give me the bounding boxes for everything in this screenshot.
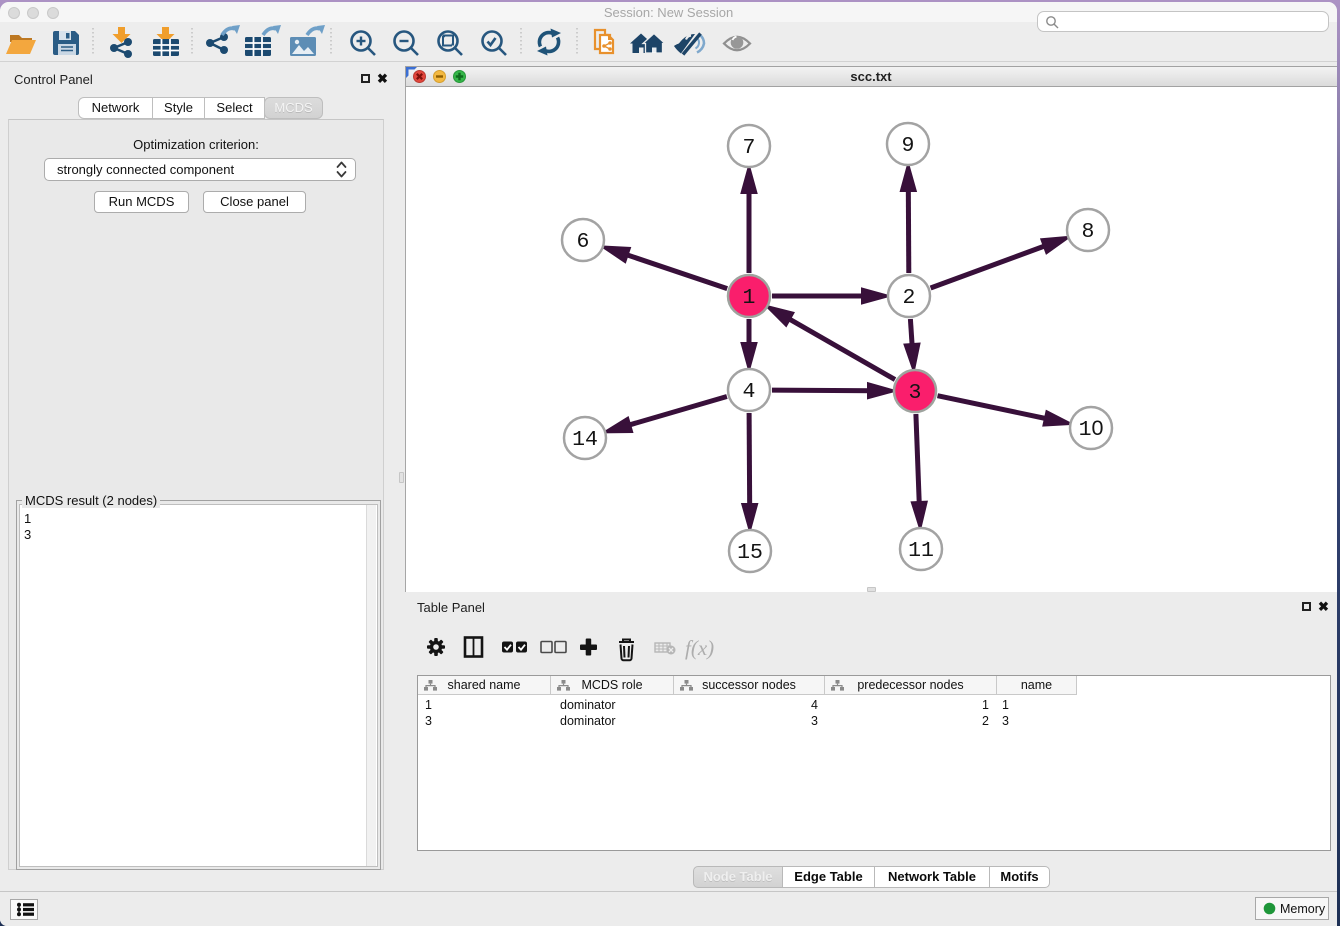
svg-text:4: 4 <box>743 380 756 404</box>
svg-text:6: 6 <box>577 230 590 254</box>
svg-text:7: 7 <box>743 136 756 160</box>
svg-text:2: 2 <box>903 286 916 310</box>
svg-text:9: 9 <box>902 134 915 158</box>
svg-text:8: 8 <box>1082 220 1095 244</box>
svg-text:1: 1 <box>743 286 756 310</box>
svg-text:3: 3 <box>909 381 922 405</box>
svg-text:11: 11 <box>908 539 934 563</box>
svg-text:10: 10 <box>1079 416 1104 442</box>
svg-text:15: 15 <box>737 541 763 565</box>
svg-text:f(x): f(x) <box>685 636 714 660</box>
svg-text:14: 14 <box>572 428 598 452</box>
